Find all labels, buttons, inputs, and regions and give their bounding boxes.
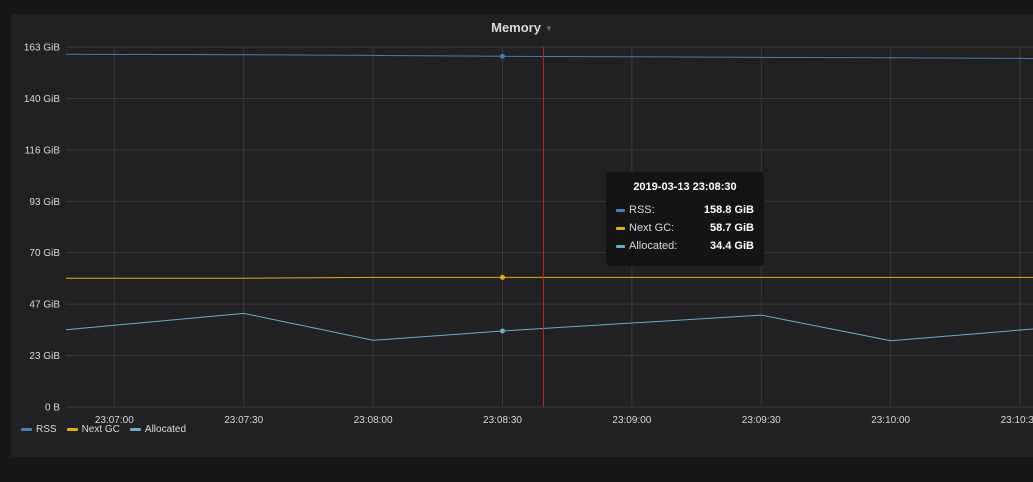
y-tick-label: 0 B <box>45 403 60 414</box>
y-tick-label: 93 GiB <box>29 197 60 208</box>
x-tick-label: 23:09:30 <box>742 415 781 426</box>
legend-swatch-allocated <box>129 428 141 431</box>
x-tick-label: 23:08:30 <box>483 415 522 426</box>
tooltip-value-allocated: 34.4 GiB <box>709 240 754 252</box>
legend-label-next-gc[interactable]: Next GC <box>82 424 120 435</box>
memory-chart[interactable]: 0 B 23 GiB 47 GiB 70 GiB 93 GiB 116 GiB 140 Gi… <box>0 0 1033 482</box>
x-tick-label: 23:08:00 <box>354 415 393 426</box>
y-tick-label: 116 GiB <box>25 145 61 156</box>
legend-item-allocated[interactable]: Allocated <box>129 424 186 435</box>
y-tick-label: 47 GiB <box>29 300 60 311</box>
tooltip-row-rss: RSS: 158.8 GiB <box>616 201 754 219</box>
chart-legend: RSS Next GC Allocated <box>21 424 186 435</box>
series-line-allocated <box>65 312 1033 342</box>
tooltip-name-next-gc: Next GC: <box>629 222 675 234</box>
tooltip-swatch-allocated <box>616 244 625 248</box>
tooltip-name-allocated: Allocated: <box>629 240 678 252</box>
tooltip-swatch-next-gc <box>616 226 625 230</box>
x-tick-label: 23:09:00 <box>612 415 651 426</box>
tooltip-value-next-gc: 58.7 GiB <box>709 222 754 234</box>
series-line-rss <box>65 53 1033 59</box>
x-tick-label: 23:10:00 <box>871 415 910 426</box>
legend-swatch-next-gc <box>66 428 78 431</box>
tooltip-value-rss: 158.8 GiB <box>703 204 754 216</box>
x-tick-label: 23:10:30 <box>1001 415 1033 426</box>
legend-swatch-rss <box>21 428 32 431</box>
hover-tooltip: 2019-03-13 23:08:30 RSS: 158.8 GiB Next … <box>606 172 764 266</box>
tooltip-swatch-rss <box>616 208 625 212</box>
legend-label-rss[interactable]: RSS <box>36 424 57 435</box>
y-tick-label: 70 GiB <box>29 248 60 259</box>
series-line-next-gc <box>66 276 1033 279</box>
y-tick-label: 23 GiB <box>29 351 60 362</box>
x-tick-label: 23:07:30 <box>224 415 263 426</box>
legend-item-next-gc[interactable]: Next GC <box>66 424 120 435</box>
tooltip-row-allocated: Allocated: 34.4 GiB <box>616 237 754 255</box>
legend-item-rss[interactable]: RSS <box>21 424 57 435</box>
hover-point-next-gc <box>499 274 505 280</box>
tooltip-row-next-gc: Next GC: 58.7 GiB <box>616 219 754 237</box>
y-tick-label: 140 GiB <box>24 94 60 105</box>
legend-label-allocated[interactable]: Allocated <box>145 424 186 435</box>
tooltip-time: 2019-03-13 23:08:30 <box>633 181 737 193</box>
hover-point-allocated <box>499 328 505 334</box>
y-tick-label: 163 GiB <box>24 43 60 54</box>
tooltip-name-rss: RSS: <box>629 204 655 216</box>
hover-point-rss <box>499 53 505 59</box>
